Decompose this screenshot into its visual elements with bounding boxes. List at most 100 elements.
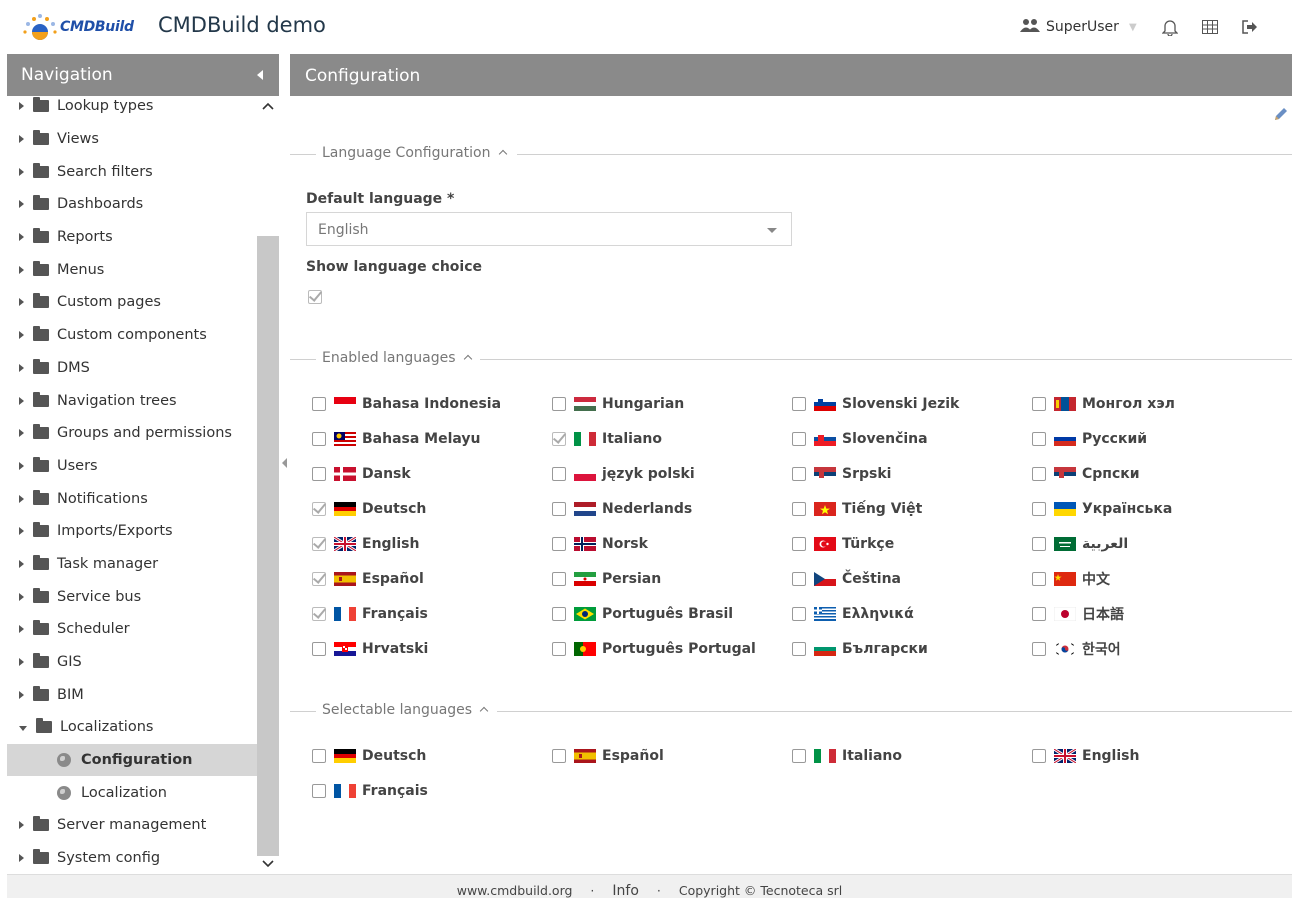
language-option-de[interactable]: Deutsch [312, 492, 552, 527]
language-checkbox[interactable] [312, 467, 326, 482]
language-option-gb[interactable]: English [312, 527, 552, 562]
language-checkbox[interactable] [312, 784, 326, 799]
expand-icon[interactable] [19, 396, 24, 405]
nav-item-groups-and-permissions[interactable]: Groups and permissions [7, 417, 257, 450]
language-option-jp[interactable]: 日本語 [1032, 596, 1272, 631]
logout-icon[interactable] [1240, 17, 1260, 37]
nav-item-localization[interactable]: Localization [7, 776, 257, 809]
language-checkbox[interactable] [312, 749, 326, 764]
language-option-es[interactable]: Español [552, 739, 792, 774]
nav-item-search-filters[interactable]: Search filters [7, 155, 257, 188]
expand-icon[interactable] [19, 821, 24, 830]
language-option-vn[interactable]: Tiếng Việt [792, 492, 1032, 527]
language-checkbox[interactable] [1032, 467, 1046, 482]
collapse-left-icon[interactable] [282, 458, 287, 468]
pencil-icon[interactable] [1273, 106, 1289, 122]
show-language-choice-checkbox[interactable] [308, 290, 322, 304]
expand-icon[interactable] [19, 135, 24, 144]
nav-item-service-bus[interactable]: Service bus [7, 580, 257, 613]
language-option-fr[interactable]: Français [312, 774, 552, 809]
website-link[interactable]: www.cmdbuild.org [457, 883, 573, 898]
expand-icon[interactable] [19, 658, 24, 667]
nav-item-reports[interactable]: Reports [7, 221, 257, 254]
language-option-gr[interactable]: Ελληνικά [792, 596, 1032, 631]
language-option-ru[interactable]: Русский [1032, 422, 1272, 457]
language-checkbox[interactable] [1032, 749, 1046, 764]
fieldset-legend[interactable]: Language Configuration [322, 145, 507, 161]
expand-icon[interactable] [19, 298, 24, 307]
language-checkbox[interactable] [552, 749, 566, 764]
language-option-pt[interactable]: Português Portugal [552, 631, 792, 666]
nav-item-server-management[interactable]: Server management [7, 809, 257, 842]
chevron-up-icon[interactable] [463, 354, 472, 364]
language-option-no[interactable]: Norsk [552, 527, 792, 562]
nav-item-views[interactable]: Views [7, 123, 257, 156]
collapse-left-icon[interactable] [257, 70, 263, 80]
expand-icon[interactable] [19, 559, 24, 568]
nav-item-lookup-types[interactable]: Lookup types [7, 96, 257, 123]
nav-item-imports-exports[interactable]: Imports/Exports [7, 515, 257, 548]
language-option-ua[interactable]: Українська [1032, 492, 1272, 527]
expand-icon[interactable] [19, 625, 24, 634]
expand-icon[interactable] [19, 331, 24, 340]
nav-item-configuration[interactable]: Configuration [7, 743, 257, 777]
language-option-id[interactable]: Bahasa Indonesia [312, 387, 552, 422]
app-logo[interactable]: CMDBuild [22, 10, 134, 44]
language-checkbox[interactable] [552, 467, 566, 482]
language-checkbox[interactable] [1032, 502, 1046, 517]
fieldset-legend[interactable]: Enabled languages [322, 350, 472, 366]
language-option-sa[interactable]: العربية [1032, 527, 1272, 562]
language-checkbox[interactable] [792, 502, 806, 517]
language-option-pl[interactable]: język polski [552, 457, 792, 492]
nav-item-custom-components[interactable]: Custom components [7, 319, 257, 352]
language-checkbox[interactable] [1032, 606, 1046, 621]
expand-icon[interactable] [19, 854, 24, 863]
expand-icon[interactable] [19, 363, 24, 372]
language-option-es[interactable]: Español [312, 561, 552, 596]
nav-item-custom-pages[interactable]: Custom pages [7, 286, 257, 319]
language-option-hr[interactable]: Hrvatski [312, 631, 552, 666]
nav-item-bim[interactable]: BIM [7, 678, 257, 711]
expand-icon[interactable] [19, 167, 24, 176]
language-option-nl[interactable]: Nederlands [552, 492, 792, 527]
nav-item-localizations[interactable]: Localizations [7, 711, 257, 744]
nav-item-task-manager[interactable]: Task manager [7, 548, 257, 581]
scrollbar-thumb[interactable] [257, 236, 279, 856]
expand-icon[interactable] [19, 461, 24, 470]
bell-icon[interactable] [1160, 17, 1180, 37]
expand-icon[interactable] [19, 690, 24, 699]
expand-icon[interactable] [19, 200, 24, 209]
language-option-fr[interactable]: Français [312, 596, 552, 631]
language-option-sk[interactable]: Slovenčina [792, 422, 1032, 457]
user-menu[interactable]: SuperUser ▼ [1020, 18, 1137, 36]
language-checkbox[interactable] [552, 641, 566, 656]
language-option-br[interactable]: Português Brasil [552, 596, 792, 631]
language-checkbox[interactable] [792, 641, 806, 656]
language-option-ir[interactable]: Persian [552, 561, 792, 596]
language-checkbox[interactable] [1032, 571, 1046, 586]
language-option-kr[interactable]: 한국어 [1032, 631, 1272, 666]
language-checkbox[interactable] [552, 432, 566, 447]
expand-icon[interactable] [19, 233, 24, 242]
language-checkbox[interactable] [312, 502, 326, 517]
language-checkbox[interactable] [552, 397, 566, 412]
language-checkbox[interactable] [312, 641, 326, 656]
language-option-rs[interactable]: Srpski [792, 457, 1032, 492]
language-checkbox[interactable] [792, 571, 806, 586]
nav-item-gis[interactable]: GIS [7, 646, 257, 679]
collapse-icon[interactable] [19, 725, 27, 731]
language-option-my[interactable]: Bahasa Melayu [312, 422, 552, 457]
language-checkbox[interactable] [792, 397, 806, 412]
language-option-de[interactable]: Deutsch [312, 739, 552, 774]
language-checkbox[interactable] [792, 606, 806, 621]
chevron-up-icon[interactable] [262, 100, 274, 112]
language-option-gb[interactable]: English [1032, 739, 1272, 774]
language-checkbox[interactable] [312, 606, 326, 621]
info-link[interactable]: Info [612, 883, 639, 899]
language-checkbox[interactable] [312, 397, 326, 412]
language-checkbox[interactable] [312, 537, 326, 551]
expand-icon[interactable] [19, 527, 24, 536]
language-checkbox[interactable] [552, 537, 566, 551]
language-checkbox[interactable] [1032, 432, 1046, 447]
language-option-bg[interactable]: Български [792, 631, 1032, 666]
